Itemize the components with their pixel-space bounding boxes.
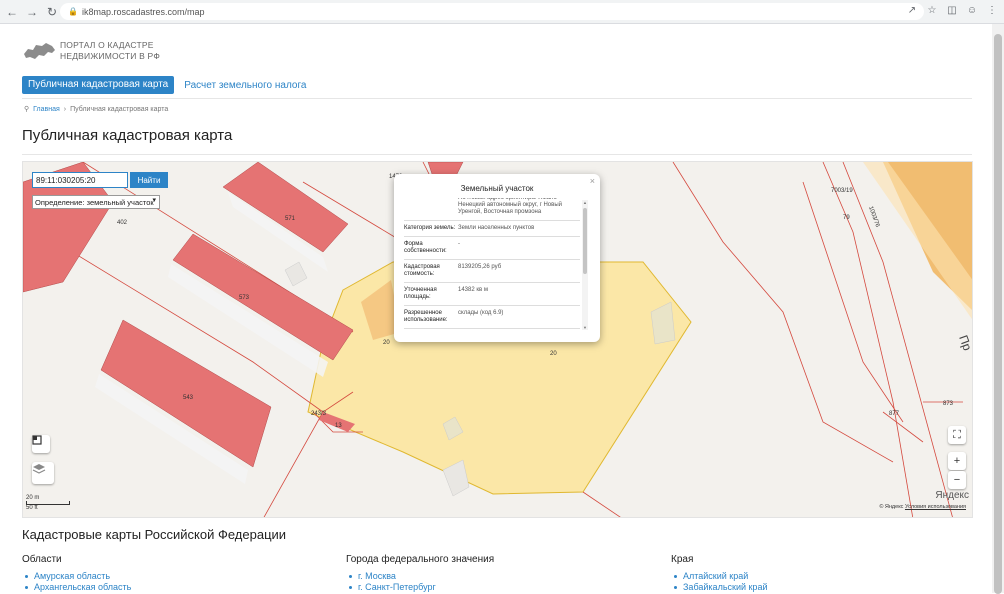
plot-label: 573 bbox=[239, 295, 250, 301]
popup-title: Земельный участок bbox=[460, 184, 534, 193]
regions-column-krais: Края Алтайский край Забайкальский край bbox=[671, 554, 767, 593]
region-link[interactable]: Забайкальский край bbox=[671, 582, 767, 593]
popup-key: Форма собственности: bbox=[404, 241, 447, 254]
share-icon[interactable]: ↗ bbox=[906, 4, 918, 18]
reload-icon[interactable]: ↻ bbox=[44, 4, 60, 20]
region-link[interactable]: г. Москва bbox=[346, 571, 494, 582]
breadcrumb-home[interactable]: Главная bbox=[33, 106, 60, 113]
logo-line-2: НЕДВИЖИМОСТИ В РФ bbox=[60, 51, 160, 61]
logo-line-1: ПОРТАЛ О КАДАСТРЕ bbox=[60, 40, 154, 50]
definition-select-value: Определение: земельный участок bbox=[35, 197, 154, 207]
fullscreen-icon[interactable]: ⛶ bbox=[948, 426, 966, 444]
forward-arrow-icon[interactable]: → bbox=[24, 4, 40, 20]
lock-icon: 🔒 bbox=[68, 7, 78, 16]
popup-row-ownership: Форма собственности: - bbox=[404, 237, 580, 260]
plot-label: 13 bbox=[335, 423, 342, 429]
page-title: Публичная кадастровая карта bbox=[22, 127, 233, 144]
popup-scrollbar[interactable]: ▲ ▼ bbox=[582, 200, 588, 330]
regions-title: Кадастровые карты Российской Федерации bbox=[22, 527, 287, 542]
plot-label: 877 bbox=[889, 411, 900, 417]
profile-icon[interactable]: ☺ bbox=[966, 4, 978, 18]
regions-column-oblasts: Области Амурская область Архангельская о… bbox=[22, 554, 131, 593]
popup-value: Ориентир: производственная база. Почтовы… bbox=[458, 198, 562, 215]
popup-row-cadastral-value: Кадастровая стоимость: 8139205,26 руб bbox=[404, 260, 580, 283]
land-plot-popup: Земельный участок × Адрес: Ориентир: про… bbox=[394, 174, 600, 342]
scale-feet: 50 ft bbox=[26, 505, 38, 511]
back-arrow-icon[interactable]: ← bbox=[4, 4, 20, 20]
russia-map-icon bbox=[24, 43, 55, 59]
divider bbox=[22, 154, 972, 155]
ruler-icon[interactable] bbox=[32, 435, 50, 453]
scroll-up-icon[interactable]: ▲ bbox=[582, 200, 588, 205]
site-logo[interactable]: ПОРТАЛ О КАДАСТРЕ НЕДВИЖИМОСТИ В РФ bbox=[22, 40, 160, 62]
popup-value: склады (код 6.9) bbox=[458, 310, 504, 316]
plot-label: 571 bbox=[285, 216, 296, 222]
layers-icon[interactable] bbox=[32, 462, 54, 484]
close-icon[interactable]: × bbox=[590, 176, 595, 186]
plot-label: 20 bbox=[550, 351, 557, 357]
zoom-in-icon[interactable]: + bbox=[948, 452, 966, 470]
breadcrumb-separator: › bbox=[63, 105, 67, 113]
sidebar-icon[interactable]: ◫ bbox=[946, 4, 958, 18]
column-title: Области bbox=[22, 554, 62, 565]
popup-value: 14382 кв м bbox=[458, 287, 488, 293]
copyright-text: © Яндекс bbox=[879, 504, 904, 510]
map-scale: 20 m 50 ft bbox=[26, 495, 70, 511]
popup-key: Разрешенное использование: bbox=[404, 310, 448, 323]
popup-row-category: Категория земель: Земли населенных пункт… bbox=[404, 221, 580, 237]
column-title: Города федерального значения bbox=[346, 554, 495, 565]
popup-row-area: Уточненная площадь: 14382 кв м bbox=[404, 283, 580, 306]
popup-value: - bbox=[458, 241, 460, 247]
address-url: ik8map.roscadastres.com/map bbox=[81, 6, 205, 17]
yandex-logo[interactable]: Яндекс bbox=[935, 490, 969, 501]
location-pin-icon: ⚲ bbox=[24, 106, 30, 113]
chevron-down-icon: ▾ bbox=[152, 197, 156, 204]
popup-key: Уточненная площадь: bbox=[404, 287, 437, 300]
definition-select[interactable]: Определение: земельный участок ▾ bbox=[32, 195, 160, 209]
plot-label: 79 bbox=[843, 215, 850, 221]
popup-key: Кадастровая стоимость: bbox=[404, 264, 440, 277]
region-link[interactable]: г. Санкт-Петербург bbox=[346, 582, 494, 593]
popup-value: 8139205,26 руб bbox=[458, 264, 502, 270]
region-link[interactable]: Архангельская область bbox=[22, 582, 131, 593]
plot-label: 20 bbox=[383, 340, 390, 346]
column-title: Края bbox=[671, 554, 694, 565]
scroll-down-icon[interactable]: ▼ bbox=[582, 325, 588, 330]
address-bar[interactable]: 🔒 ik8map.roscadastres.com/map bbox=[60, 3, 924, 20]
popup-value: Земли населенных пунктов bbox=[458, 225, 535, 231]
divider bbox=[22, 98, 972, 99]
cadastral-number-input[interactable] bbox=[32, 172, 128, 188]
search-box: Найти bbox=[32, 172, 168, 188]
plot-label: 402 bbox=[117, 220, 128, 226]
find-button[interactable]: Найти bbox=[130, 172, 168, 188]
nav-tab-cadastral-map[interactable]: Публичная кадастровая карта bbox=[22, 76, 175, 94]
breadcrumb-current: Публичная кадастровая карта bbox=[70, 105, 169, 113]
top-nav: Публичная кадастровая карта Расчет земел… bbox=[22, 76, 306, 94]
region-link[interactable]: Амурская область bbox=[22, 571, 131, 582]
nav-tab-land-tax[interactable]: Расчет земельного налога bbox=[184, 80, 306, 91]
popup-row-permitted-use: Разрешенное использование: склады (код 6… bbox=[404, 306, 580, 329]
region-link[interactable]: Алтайский край bbox=[671, 571, 767, 582]
popup-body: Адрес: Ориентир: производственная база. … bbox=[404, 198, 580, 334]
regions-column-federal-cities: Города федерального значения г. Москва г… bbox=[346, 554, 494, 593]
plot-label: 243/3 bbox=[311, 411, 327, 417]
map-copyright: © Яндекс Условия использования bbox=[879, 504, 966, 510]
popup-key: Адрес: bbox=[404, 198, 458, 216]
star-icon[interactable]: ☆ bbox=[926, 4, 938, 18]
browser-toolbar: ← → ↻ 🔒 ik8map.roscadastres.com/map ↗ ☆ … bbox=[0, 0, 1004, 24]
plot-label: 543 bbox=[183, 395, 194, 401]
popup-key: Категория земель: bbox=[404, 225, 456, 231]
menu-icon[interactable]: ⋮ bbox=[986, 4, 998, 18]
popup-row-address: Адрес: Ориентир: производственная база. … bbox=[404, 198, 580, 221]
breadcrumb: ⚲ Главная › Публичная кадастровая карта bbox=[24, 105, 169, 114]
page-scrollbar[interactable] bbox=[992, 24, 1004, 594]
plot-label: 873 bbox=[943, 401, 954, 407]
cadastral-map[interactable]: 402 571 573 543 20 20 79 877 873 7003/19… bbox=[22, 161, 973, 518]
plot-label: 7003/19 bbox=[831, 188, 853, 194]
zoom-out-icon[interactable]: − bbox=[948, 471, 966, 489]
terms-link[interactable]: Условия использования bbox=[905, 504, 966, 510]
